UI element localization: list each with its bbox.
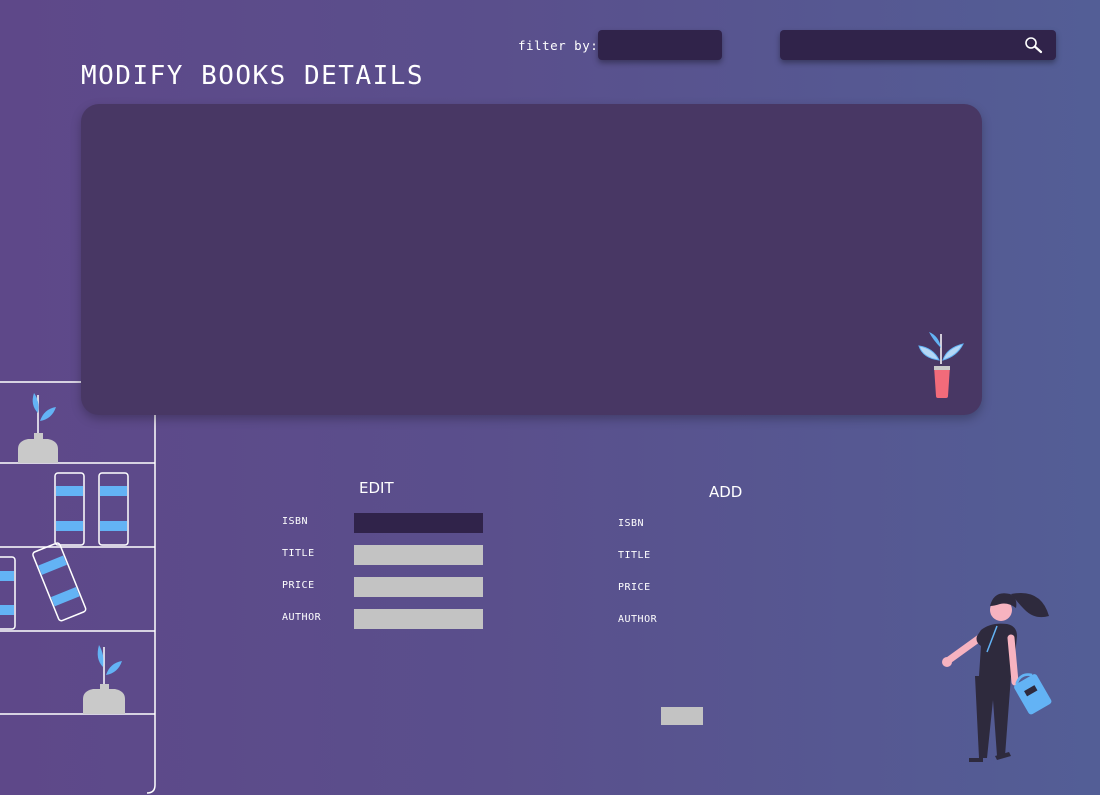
add-form-heading: ADD — [709, 483, 743, 501]
vase-icon — [83, 645, 125, 714]
filter-label: filter by: — [518, 38, 599, 53]
add-price-label: PRICE — [618, 582, 651, 593]
add-author-label: AUTHOR — [618, 614, 658, 625]
search-input[interactable] — [780, 30, 1015, 60]
books-icon — [54, 472, 129, 546]
edit-author-label: AUTHOR — [282, 612, 322, 623]
edit-author-input[interactable] — [354, 609, 483, 629]
edit-price-input[interactable] — [354, 577, 483, 597]
edit-title-input[interactable] — [354, 545, 483, 565]
search-bar — [780, 30, 1056, 60]
vase-icon — [18, 393, 58, 463]
woman-with-book-illustration — [942, 592, 1052, 762]
add-title-label: TITLE — [618, 550, 651, 561]
edit-title-label: TITLE — [282, 548, 315, 559]
books-icon — [0, 542, 87, 630]
edit-price-label: PRICE — [282, 580, 315, 591]
search-icon[interactable] — [1024, 36, 1044, 54]
filter-input[interactable] — [598, 30, 722, 60]
edit-isbn-input[interactable] — [354, 513, 483, 533]
bookshelf-illustration — [0, 381, 156, 794]
page-title: MODIFY BOOKS DETAILS — [81, 61, 425, 91]
add-isbn-label: ISBN — [618, 518, 645, 529]
edit-isbn-label: ISBN — [282, 516, 309, 527]
plant-pot-icon — [918, 332, 964, 398]
edit-form-heading: EDIT — [359, 479, 394, 497]
add-submit-button[interactable] — [661, 707, 703, 725]
books-table-panel — [81, 104, 982, 415]
